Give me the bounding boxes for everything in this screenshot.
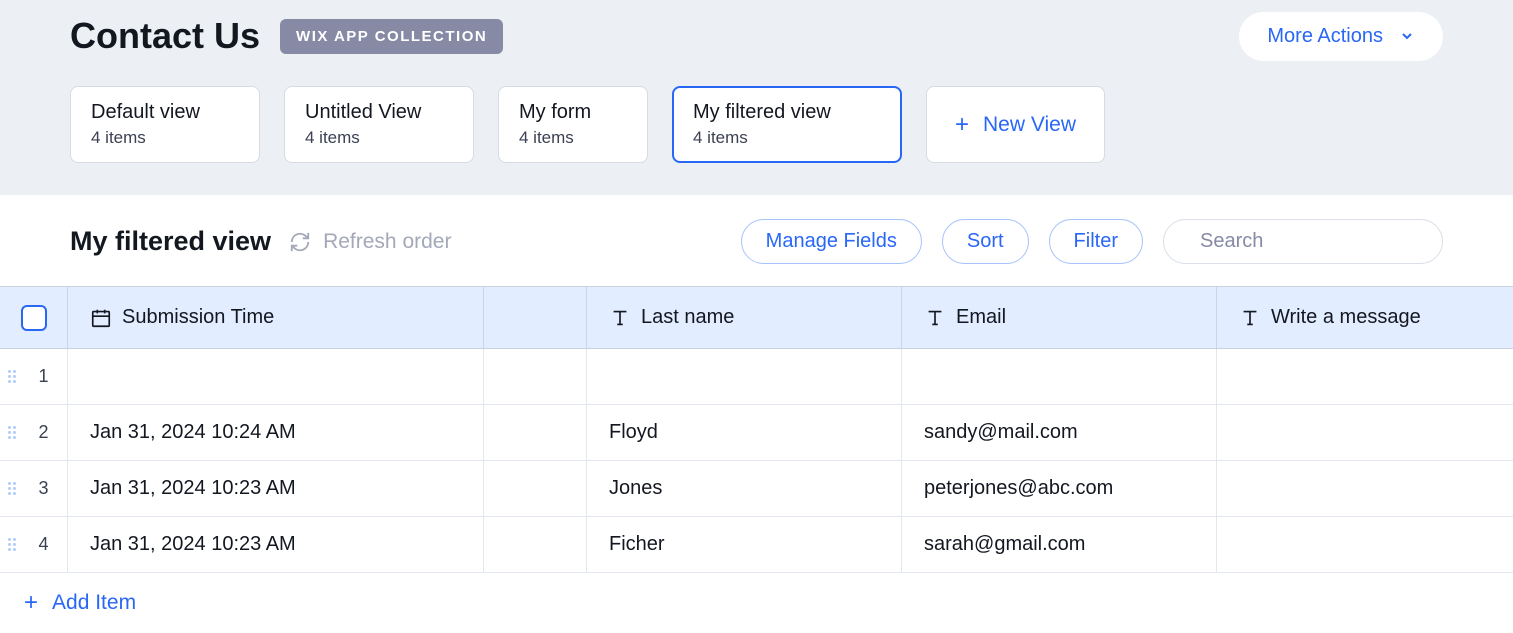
- add-item-button[interactable]: + Add Item: [0, 573, 1513, 633]
- refresh-icon: [289, 231, 311, 253]
- cell-submission-time[interactable]: [68, 349, 484, 404]
- drag-handle-icon: [8, 426, 18, 439]
- column-label: Write a message: [1271, 306, 1421, 329]
- tab-label: Default view: [91, 101, 239, 124]
- table-row[interactable]: 2 Jan 31, 2024 10:24 AM Floyd sandy@mail…: [0, 405, 1513, 461]
- cell-blank[interactable]: [484, 405, 587, 460]
- row-handle[interactable]: 1: [0, 349, 68, 404]
- manage-fields-button[interactable]: Manage Fields: [741, 219, 922, 264]
- row-number: 3: [28, 478, 59, 499]
- drag-handle-icon: [8, 482, 18, 495]
- column-label: Last name: [641, 306, 734, 329]
- collection-badge: WIX APP COLLECTION: [280, 19, 503, 54]
- sort-button[interactable]: Sort: [942, 219, 1029, 264]
- table-row[interactable]: 4 Jan 31, 2024 10:23 AM Ficher sarah@gma…: [0, 517, 1513, 573]
- row-handle[interactable]: 4: [0, 517, 68, 572]
- row-handle[interactable]: 2: [0, 405, 68, 460]
- column-header-email[interactable]: Email: [902, 287, 1217, 348]
- plus-icon: +: [24, 591, 38, 615]
- table-row[interactable]: 1: [0, 349, 1513, 405]
- tab-my-form[interactable]: My form 4 items: [498, 86, 648, 163]
- row-number: 4: [28, 534, 59, 555]
- more-actions-label: More Actions: [1267, 25, 1383, 48]
- cell-email[interactable]: sarah@gmail.com: [902, 517, 1217, 572]
- column-header-blank[interactable]: [484, 287, 587, 348]
- cell-submission-time[interactable]: Jan 31, 2024 10:23 AM: [68, 461, 484, 516]
- column-label: Submission Time: [122, 306, 274, 329]
- cell-message[interactable]: [1217, 349, 1513, 404]
- cell-message[interactable]: [1217, 517, 1513, 572]
- tab-label: Untitled View: [305, 101, 453, 124]
- search-box[interactable]: [1163, 219, 1443, 264]
- search-input[interactable]: [1200, 230, 1465, 253]
- view-heading: My filtered view: [70, 226, 271, 257]
- row-number: 2: [28, 422, 59, 443]
- cell-email[interactable]: [902, 349, 1217, 404]
- tab-item-count: 4 items: [519, 128, 627, 148]
- text-icon: [1239, 307, 1261, 329]
- tab-untitled-view[interactable]: Untitled View 4 items: [284, 86, 474, 163]
- tab-label: My form: [519, 101, 627, 124]
- column-label: Email: [956, 306, 1006, 329]
- drag-handle-icon: [8, 538, 18, 551]
- cell-submission-time[interactable]: Jan 31, 2024 10:24 AM: [68, 405, 484, 460]
- table-header-row: Submission Time Last name Email Write a …: [0, 286, 1513, 349]
- cell-submission-time[interactable]: Jan 31, 2024 10:23 AM: [68, 517, 484, 572]
- drag-handle-icon: [8, 370, 18, 383]
- cell-blank[interactable]: [484, 461, 587, 516]
- text-icon: [609, 307, 631, 329]
- tab-default-view[interactable]: Default view 4 items: [70, 86, 260, 163]
- cell-last-name[interactable]: Ficher: [587, 517, 902, 572]
- cell-last-name[interactable]: Jones: [587, 461, 902, 516]
- column-header-message[interactable]: Write a message: [1217, 287, 1513, 348]
- chevron-down-icon: [1399, 28, 1415, 44]
- cell-last-name[interactable]: [587, 349, 902, 404]
- select-all-checkbox[interactable]: [21, 305, 47, 331]
- cell-email[interactable]: sandy@mail.com: [902, 405, 1217, 460]
- cell-email[interactable]: peterjones@abc.com: [902, 461, 1217, 516]
- refresh-label: Refresh order: [323, 230, 451, 254]
- new-view-label: New View: [983, 113, 1076, 137]
- tab-my-filtered-view[interactable]: My filtered view 4 items: [672, 86, 902, 163]
- view-tabs: Default view 4 items Untitled View 4 ite…: [0, 72, 1513, 195]
- cell-message[interactable]: [1217, 461, 1513, 516]
- table-row[interactable]: 3 Jan 31, 2024 10:23 AM Jones peterjones…: [0, 461, 1513, 517]
- column-header-last-name[interactable]: Last name: [587, 287, 902, 348]
- column-header-submission-time[interactable]: Submission Time: [68, 287, 484, 348]
- refresh-order-button[interactable]: Refresh order: [289, 230, 451, 254]
- cell-blank[interactable]: [484, 349, 587, 404]
- tab-item-count: 4 items: [305, 128, 453, 148]
- text-icon: [924, 307, 946, 329]
- cell-message[interactable]: [1217, 405, 1513, 460]
- new-view-button[interactable]: + New View: [926, 86, 1105, 163]
- tab-label: My filtered view: [693, 101, 881, 124]
- cell-blank[interactable]: [484, 517, 587, 572]
- cell-last-name[interactable]: Floyd: [587, 405, 902, 460]
- more-actions-button[interactable]: More Actions: [1239, 12, 1443, 61]
- page-title: Contact Us: [70, 15, 260, 57]
- row-handle[interactable]: 3: [0, 461, 68, 516]
- filter-button[interactable]: Filter: [1049, 219, 1143, 264]
- tab-item-count: 4 items: [91, 128, 239, 148]
- row-number: 1: [28, 366, 59, 387]
- tab-item-count: 4 items: [693, 128, 881, 148]
- add-item-label: Add Item: [52, 591, 136, 615]
- calendar-icon: [90, 307, 112, 329]
- data-table: Submission Time Last name Email Write a …: [0, 286, 1513, 573]
- plus-icon: +: [955, 113, 969, 137]
